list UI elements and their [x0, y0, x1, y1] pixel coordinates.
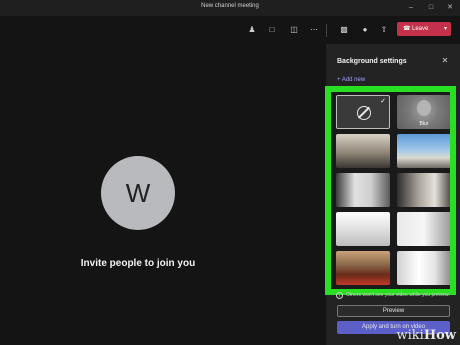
background-tile[interactable] [397, 212, 450, 246]
minimize-icon[interactable]: – [405, 2, 417, 14]
close-icon[interactable]: ✕ [439, 55, 451, 67]
panel-title: Background settings [337, 58, 407, 65]
background-tile-blur[interactable]: Blur [397, 95, 450, 129]
preview-button[interactable]: Preview [337, 305, 450, 317]
share-tray-icon[interactable]: ◫ [287, 23, 301, 37]
background-tile[interactable] [336, 134, 390, 168]
background-grid: ✓ Blur [325, 86, 456, 295]
close-icon[interactable]: ✕ [444, 2, 456, 14]
maximize-icon[interactable]: □ [425, 2, 437, 14]
add-new-background-link[interactable]: + Add new [337, 77, 365, 83]
toolbar-divider [326, 24, 327, 37]
background-tile-none[interactable]: ✓ [336, 95, 390, 129]
background-tile[interactable] [336, 173, 390, 207]
invite-text: Invite people to join you [80, 258, 196, 269]
blur-label: Blur [419, 121, 429, 127]
background-tile[interactable] [397, 134, 450, 168]
meeting-toolbar: ♟ □ ◫ ⋯ ▩ ● ⇧ [0, 16, 460, 44]
participants-icon[interactable]: ♟ [245, 23, 259, 37]
wikihow-watermark: wikiHow [396, 328, 456, 343]
person-silhouette [417, 100, 431, 116]
background-tile[interactable] [397, 251, 450, 285]
background-tile[interactable] [336, 251, 390, 285]
mic-icon[interactable]: ● [358, 23, 372, 37]
chat-icon[interactable]: □ [265, 23, 279, 37]
checkmark-icon: ✓ [380, 98, 386, 105]
background-tile[interactable] [397, 173, 450, 207]
info-icon: i [336, 292, 343, 299]
share-screen-icon[interactable]: ⇧ [377, 23, 391, 37]
background-tile[interactable] [336, 212, 390, 246]
camera-off-icon[interactable]: ▩ [337, 23, 351, 37]
avatar: W [101, 156, 175, 230]
chevron-down-icon[interactable]: ▾ [444, 22, 447, 36]
window-title: New channel meeting [201, 3, 259, 9]
preview-note: Others won't see your video while you pr… [346, 292, 450, 298]
title-bar: New channel meeting – □ ✕ [0, 0, 460, 16]
no-background-icon [357, 106, 371, 120]
leave-button[interactable]: ☎ Leave ▾ [397, 22, 451, 36]
more-actions-icon[interactable]: ⋯ [307, 23, 321, 37]
phone-icon: ☎ [403, 26, 411, 32]
